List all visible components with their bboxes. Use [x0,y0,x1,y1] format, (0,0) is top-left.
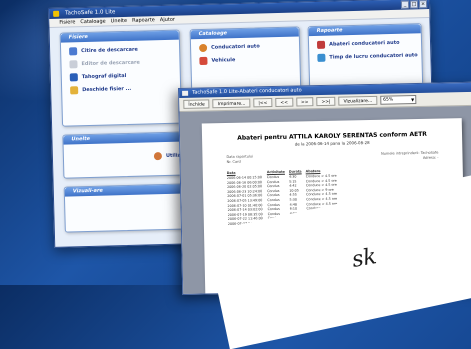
drivers-icon [198,43,208,53]
item-abateri-conducatori[interactable]: Abateri conducatori auto [316,38,421,49]
vehicle-icon [199,56,208,66]
signature-mark: sk [350,244,379,273]
card-reader-icon [69,47,78,56]
menu-rapoarte[interactable]: Rapoarte [132,16,155,25]
report-window-title: TachoSafe 1.0 Lite-Abateri conducatori a… [192,87,302,96]
report-app-icon [182,90,189,96]
item-tahograf-digital[interactable]: Tahograf digital [69,71,180,82]
zoom-select[interactable]: 65% [380,95,417,105]
panel-cataloage-title: Cataloage [190,27,299,40]
view-button[interactable]: Vizualizare... [338,95,378,106]
close-report-button[interactable]: Închide [183,99,210,109]
main-window-title: TachoSafe 1.0 Lite [65,9,116,17]
menu-cataloage[interactable]: Cataloage [80,17,106,26]
panel-fisiere: Fisiere Citire de descarcare Editor de d… [59,29,183,127]
menu-ajutor[interactable]: Ajutor [160,16,175,24]
tachograph-icon [69,73,78,82]
item-editor-descarcare[interactable]: Editor de descarcare [69,58,179,69]
item-conducatori-auto[interactable]: Conducatori auto [198,41,299,53]
warning-report-icon [316,40,326,49]
report-meta-right: Numele intreprinderii: TachoSafe Adresa:… [381,150,439,160]
panel-rapoarte-title: Rapoarte [308,24,421,37]
last-page-button[interactable]: >>| [316,96,336,107]
users-icon [153,152,163,161]
menu-fisiere[interactable]: Fisiere [59,18,75,26]
window-controls: _ □ × [400,0,428,9]
menu-unelte[interactable]: Unelte [111,17,128,25]
next-page-button[interactable]: >> [295,97,314,107]
item-timp-lucru[interactable]: Timp de lucru conducatori auto [317,51,421,62]
time-report-icon [317,53,326,62]
item-deschide-fisier[interactable]: Deschide fisier ... [70,84,180,95]
edit-icon [69,60,78,69]
report-meta-left: Data raportului Nr. Card [226,154,254,164]
item-vehicule[interactable]: Vehicule [199,54,299,66]
panel-vizualizare-title: Vizuali-are [64,184,195,197]
first-page-button[interactable]: |<< [253,98,273,108]
print-button[interactable]: Imprimare... [212,98,251,109]
open-folder-icon [70,86,79,95]
prev-page-button[interactable]: << [275,97,294,107]
item-citire-descarcare[interactable]: Citire de descarcare [69,45,179,56]
maximize-icon[interactable]: □ [409,0,419,9]
minimize-icon[interactable]: _ [400,0,410,9]
app-icon [53,10,60,17]
panel-fisiere-title: Fisiere [60,30,179,43]
panel-vizualizare: Vizuali-are [63,183,197,233]
close-icon[interactable]: × [418,0,428,9]
